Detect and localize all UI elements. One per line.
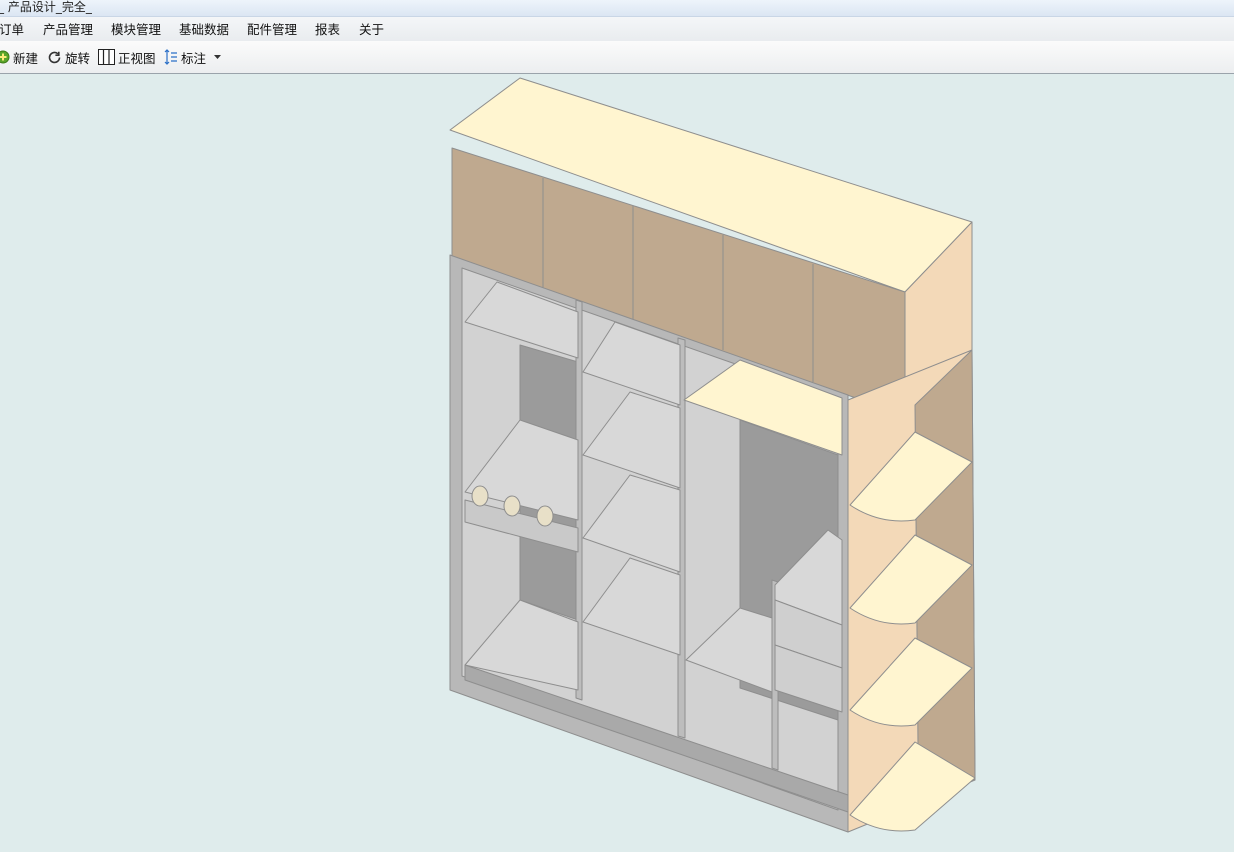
- caret-down-icon: [214, 54, 222, 60]
- menu-item-basic-data[interactable]: 基础数据: [179, 21, 229, 39]
- title-bar: _ 产品设计_完全_: [0, 0, 1234, 17]
- rotate-icon: [47, 50, 62, 65]
- menu-bar: 订单 产品管理 模块管理 基础数据 配件管理 报表 关于: [0, 17, 1234, 41]
- dimension-icon: [164, 49, 178, 65]
- menu-item-module-management[interactable]: 模块管理: [111, 21, 161, 39]
- 3d-viewport[interactable]: [0, 75, 1234, 849]
- window-title: _ 产品设计_完全_: [0, 0, 92, 14]
- rotate-button[interactable]: 旋转: [47, 48, 90, 66]
- toolbar: 新建 旋转 正视图 标注: [0, 41, 1234, 74]
- annotate-label: 标注: [181, 50, 207, 66]
- front-view-button-label: 正视图: [118, 50, 156, 66]
- grid-columns-icon: [98, 49, 115, 65]
- new-button-label: 新建: [13, 50, 39, 66]
- wardrobe-3d-model: [449, 77, 976, 833]
- menu-item-reports[interactable]: 报表: [315, 21, 340, 39]
- menu-item-about[interactable]: 关于: [359, 21, 384, 39]
- rotate-button-label: 旋转: [65, 50, 91, 66]
- menu-item-accessory-management[interactable]: 配件管理: [247, 21, 297, 39]
- menu-item-product-management[interactable]: 产品管理: [43, 21, 93, 39]
- annotate-dropdown[interactable]: 标注: [164, 48, 222, 66]
- menu-item-orders[interactable]: 订单: [0, 21, 24, 39]
- plus-circle-icon: [0, 50, 10, 64]
- new-button[interactable]: 新建: [0, 48, 38, 66]
- front-view-button[interactable]: 正视图: [98, 48, 156, 66]
